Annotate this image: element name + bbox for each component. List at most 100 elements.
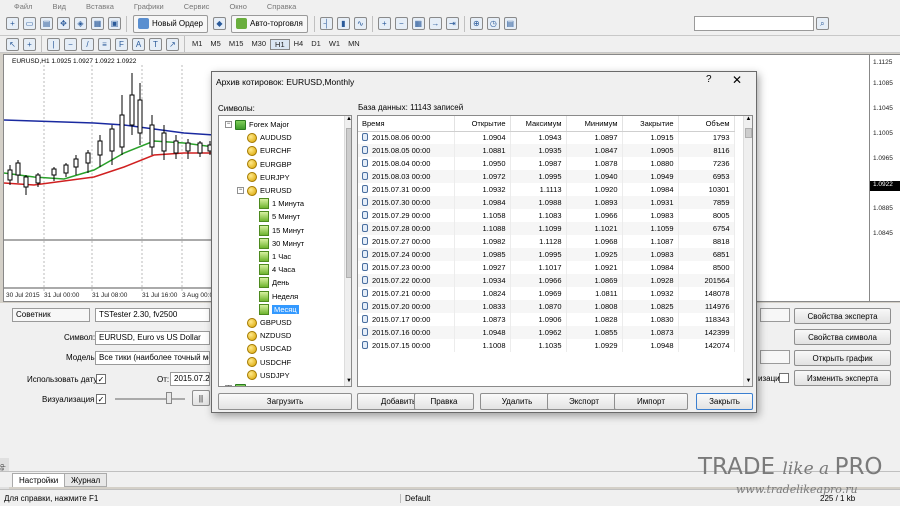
tree-item[interactable]: + Forex Crosses bbox=[225, 382, 298, 386]
tree-item[interactable]: 1 Минута bbox=[249, 197, 304, 210]
menu-item[interactable]: Вставка bbox=[76, 2, 124, 11]
tree-item[interactable]: EURCHF bbox=[237, 144, 291, 157]
table-row[interactable]: 2015.07.28 00:00 1.1088 1.1099 1.1021 1.1059… bbox=[358, 222, 735, 235]
timeframe-w1-button[interactable]: W1 bbox=[325, 39, 344, 50]
tree-item[interactable]: 15 Минут bbox=[249, 224, 304, 237]
table-row[interactable]: 2015.07.17 00:00 1.0873 1.0906 1.0828 1.0830… bbox=[358, 313, 735, 326]
from-date-input[interactable]: 2015.07.28 bbox=[170, 372, 210, 386]
table-row[interactable]: 2015.07.20 00:00 1.0833 1.0870 1.0808 1.0825… bbox=[358, 300, 735, 313]
data-window-icon[interactable]: ◈ bbox=[74, 17, 87, 30]
bar-chart-icon[interactable]: ┤ bbox=[319, 17, 333, 30]
speed-slider-thumb[interactable] bbox=[166, 392, 172, 404]
tree-item[interactable]: − Forex Major bbox=[225, 118, 289, 131]
market-watch-icon[interactable]: ▤ bbox=[40, 17, 53, 30]
indicators-icon[interactable]: ⊕ bbox=[469, 17, 483, 30]
search-icon[interactable]: ⌕ bbox=[815, 17, 829, 30]
tab-journal[interactable]: Журнал bbox=[64, 473, 108, 487]
table-row[interactable]: 2015.07.23 00:00 1.0927 1.1017 1.0921 1.0984… bbox=[358, 261, 735, 274]
table-row[interactable]: 2015.07.16 00:00 1.0948 1.0962 1.0855 1.0873… bbox=[358, 326, 735, 339]
menu-item[interactable]: Окно bbox=[219, 2, 256, 11]
tree-item[interactable]: USDCHF bbox=[237, 356, 291, 369]
table-row[interactable]: 2015.08.03 00:00 1.0972 1.0995 1.0940 1.0949… bbox=[358, 170, 735, 183]
zoom-out-icon[interactable]: − bbox=[394, 17, 408, 30]
timeframe-h4-button[interactable]: H4 bbox=[290, 39, 308, 50]
table-row[interactable]: 2015.07.27 00:00 1.0982 1.1128 1.0968 1.1087… bbox=[358, 235, 735, 248]
open-chart-button[interactable]: Открыть график bbox=[794, 350, 891, 366]
new-order-button[interactable]: Новый Ордер bbox=[133, 14, 208, 33]
tree-item[interactable]: − EURUSD bbox=[237, 184, 292, 197]
table-row[interactable]: 2015.07.15 00:00 1.1008 1.1035 1.0929 1.0948… bbox=[358, 339, 735, 352]
new-chart-icon[interactable]: + bbox=[6, 17, 19, 30]
periods-icon[interactable]: ◷ bbox=[486, 17, 500, 30]
profiles-icon[interactable]: ▭ bbox=[23, 17, 36, 30]
load-button[interactable]: Загрузить bbox=[218, 393, 352, 410]
templates-icon[interactable]: ▤ bbox=[503, 17, 517, 30]
tree-item[interactable]: Неделя bbox=[249, 290, 298, 303]
table-row[interactable]: 2015.07.24 00:00 1.0985 1.0995 1.0925 1.0983… bbox=[358, 248, 735, 261]
quotes-grid[interactable]: Время Открытие Максимум Минимум Закрытие Объе… bbox=[357, 115, 753, 387]
timeframe-d1-button[interactable]: D1 bbox=[307, 39, 325, 50]
edit-button[interactable]: Правка bbox=[414, 393, 474, 410]
symbol-select[interactable]: EURUSD, Euro vs US Dollar bbox=[95, 331, 210, 345]
close-icon[interactable]: ✕ bbox=[732, 73, 742, 87]
scroll-down-icon[interactable]: ▼ bbox=[744, 378, 752, 386]
tree-item[interactable]: 30 Минут bbox=[249, 237, 304, 250]
tree-item[interactable]: EURJPY bbox=[237, 171, 290, 184]
speed-slider[interactable] bbox=[115, 398, 185, 400]
symbol-properties-button[interactable]: Свойства символа bbox=[794, 329, 891, 345]
table-row[interactable]: 2015.08.05 00:00 1.0881 1.0935 1.0847 1.0905… bbox=[358, 144, 735, 157]
column-header[interactable]: Объем bbox=[678, 116, 735, 132]
column-header[interactable]: Максимум bbox=[510, 116, 567, 132]
tester-icon[interactable]: ▣ bbox=[108, 17, 121, 30]
menu-item[interactable]: Сервис bbox=[174, 2, 220, 11]
table-row[interactable]: 2015.08.04 00:00 1.0950 1.0987 1.0878 1.0880… bbox=[358, 157, 735, 170]
fibonacci-icon[interactable]: F bbox=[115, 37, 128, 51]
menu-item[interactable]: Графики bbox=[124, 2, 174, 11]
scroll-down-icon[interactable]: ▼ bbox=[345, 378, 351, 386]
expert-select[interactable]: TSTester 2.30, fv2500 bbox=[95, 308, 210, 322]
timeframe-mn-button[interactable]: MN bbox=[344, 39, 364, 50]
grid-scrollbar[interactable]: ▲ ▼ bbox=[743, 116, 752, 386]
tree-item[interactable]: EURGBP bbox=[237, 158, 292, 171]
tree-item[interactable]: 4 Часа bbox=[249, 263, 295, 276]
column-header[interactable]: Открытие bbox=[454, 116, 511, 132]
menu-item[interactable]: Вид bbox=[42, 2, 76, 11]
tree-item[interactable]: AUDUSD bbox=[237, 131, 292, 144]
use-date-checkbox[interactable]: ✓ bbox=[96, 374, 106, 384]
cursor-icon[interactable]: ↖ bbox=[6, 37, 19, 51]
tree-item[interactable]: 5 Минут bbox=[249, 210, 300, 223]
timeframe-m1-button[interactable]: M1 bbox=[188, 39, 206, 50]
auto-trading-button[interactable]: Авто-торговля bbox=[230, 14, 308, 33]
tree-item[interactable]: День bbox=[249, 276, 289, 289]
column-header[interactable]: Время bbox=[358, 116, 455, 132]
export-button[interactable]: Экспорт bbox=[547, 393, 621, 410]
horizontal-line-icon[interactable]: − bbox=[64, 37, 77, 51]
menu-item[interactable]: Справка bbox=[257, 2, 306, 11]
tree-scrollbar[interactable]: ▲ ▼ bbox=[344, 116, 351, 386]
tree-item[interactable]: 1 Час bbox=[249, 250, 291, 263]
expander-icon[interactable]: − bbox=[237, 187, 244, 194]
tile-windows-icon[interactable]: ▦ bbox=[411, 17, 425, 30]
channel-icon[interactable]: ≡ bbox=[98, 37, 111, 51]
spread-select[interactable] bbox=[760, 350, 790, 364]
visualization-checkbox[interactable]: ✓ bbox=[96, 394, 106, 404]
arrows-icon[interactable]: ↗ bbox=[166, 37, 179, 51]
search-input[interactable] bbox=[693, 16, 814, 31]
model-select[interactable]: Все тики (наиболее точный мето bbox=[95, 351, 210, 365]
tab-settings[interactable]: Настройки bbox=[12, 473, 66, 487]
help-icon[interactable]: ? bbox=[706, 74, 712, 85]
terminal-icon[interactable]: ▦ bbox=[91, 17, 104, 30]
timeframe-m30-button[interactable]: M30 bbox=[247, 39, 270, 50]
zoom-in-icon[interactable]: + bbox=[377, 17, 391, 30]
pause-button[interactable]: || bbox=[192, 390, 210, 406]
table-row[interactable]: 2015.07.21 00:00 1.0824 1.0969 1.0811 1.0932… bbox=[358, 287, 735, 300]
navigator-icon[interactable]: ✥ bbox=[57, 17, 70, 30]
table-row[interactable]: 2015.07.22 00:00 1.0934 1.0966 1.0869 1.0928… bbox=[358, 274, 735, 287]
tree-item[interactable]: USDCAD bbox=[237, 342, 292, 355]
tree-item[interactable]: GBPUSD bbox=[237, 316, 292, 329]
table-row[interactable]: 2015.08.06 00:00 1.0904 1.0943 1.0897 1.0915… bbox=[358, 131, 735, 144]
vertical-line-icon[interactable]: | bbox=[47, 37, 60, 51]
expander-icon[interactable]: + bbox=[225, 385, 232, 386]
column-header[interactable]: Минимум bbox=[566, 116, 623, 132]
timeframe-m15-button[interactable]: M15 bbox=[225, 39, 248, 50]
